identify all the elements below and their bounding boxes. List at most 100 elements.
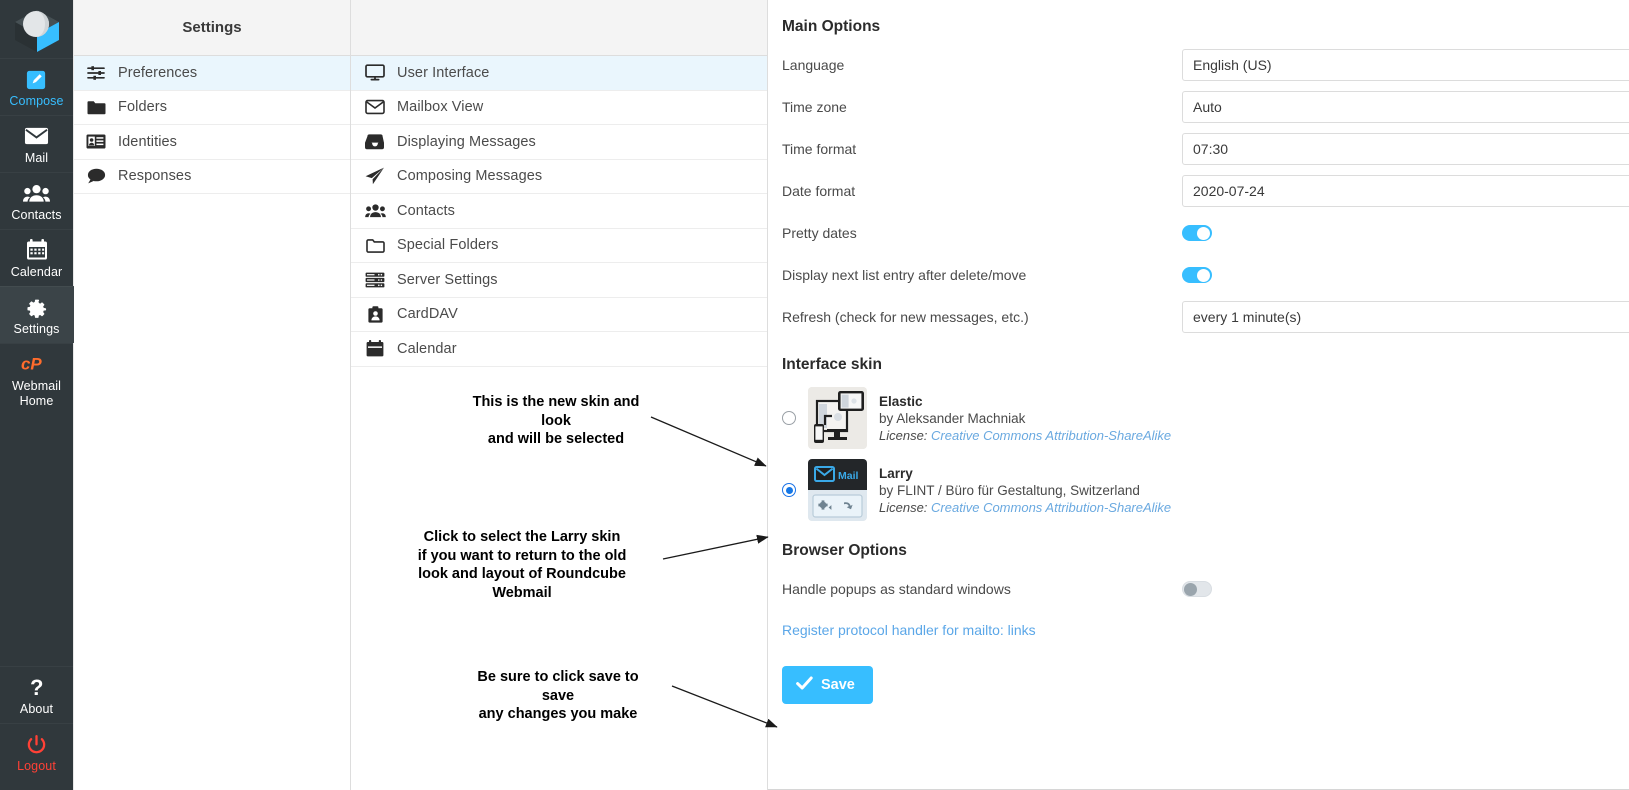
interface-skin-section: Interface skin Elastic by Aleksander Mac… xyxy=(768,356,1629,526)
taskbar-label-calendar: Calendar xyxy=(10,265,63,279)
pref-item-displaying-messages[interactable]: Displaying Messages xyxy=(351,125,767,160)
refresh-select[interactable]: every 1 minute(s) xyxy=(1182,301,1629,333)
toggle-knob xyxy=(1197,226,1210,240)
sidebar-item-folders[interactable]: Folders xyxy=(74,90,350,125)
main-content: Main Options Language English (US) Time … xyxy=(768,0,1629,790)
taskbar-item-contacts[interactable]: Contacts xyxy=(0,172,74,229)
settings-column: Settings Preferences Folders Identities … xyxy=(74,0,351,790)
form-row-handle-popups: Handle popups as standard windows xyxy=(768,568,1629,610)
protocol-handler-row: Register protocol handler for mailto: li… xyxy=(768,622,1629,640)
skin-radio-elastic[interactable] xyxy=(782,411,796,425)
taskbar-item-compose[interactable]: Compose xyxy=(0,58,74,115)
label-pretty-dates: Pretty dates xyxy=(782,225,857,241)
question-mark-icon: ? xyxy=(28,675,46,699)
pref-item-user-interface[interactable]: User Interface xyxy=(351,56,767,91)
speech-bubble-icon xyxy=(85,166,107,186)
pref-label-special-folders: Special Folders xyxy=(397,237,499,254)
pref-label-calendar: Calendar xyxy=(397,340,457,357)
skin-author-elastic: by Aleksander Machniak xyxy=(879,410,1026,426)
people-icon xyxy=(364,201,386,221)
sidebar-label-preferences: Preferences xyxy=(118,64,198,81)
taskbar-label-contacts: Contacts xyxy=(11,208,62,222)
pref-label-user-interface: User Interface xyxy=(397,64,490,81)
pref-label-displaying-messages: Displaying Messages xyxy=(397,133,536,150)
sidebar-item-responses[interactable]: Responses xyxy=(74,159,350,194)
skin-radio-larry[interactable] xyxy=(782,483,796,497)
gear-icon xyxy=(26,295,48,319)
pref-label-carddav: CardDAV xyxy=(397,306,458,323)
skin-option-larry[interactable]: Mail Larry by FLINT / Büro für Gestaltun… xyxy=(768,454,1629,526)
skin-license-link-elastic[interactable]: Creative Commons Attribution-ShareAlike xyxy=(931,428,1171,443)
pref-item-server-settings[interactable]: Server Settings xyxy=(351,263,767,298)
taskbar-label-logout: Logout xyxy=(17,759,56,773)
sidebar-label-folders: Folders xyxy=(118,99,168,116)
folder-outline-icon xyxy=(364,235,386,255)
sidebar-item-preferences[interactable]: Preferences xyxy=(74,56,350,91)
folder-icon xyxy=(85,97,107,117)
label-display-next-entry: Display next list entry after delete/mov… xyxy=(782,267,1027,283)
form-row-pretty-dates: Pretty dates xyxy=(768,212,1629,254)
settings-form: Main Options Language English (US) Time … xyxy=(768,0,1629,790)
annotation-text-elastic: This is the new skin and look and will b… xyxy=(472,394,640,447)
sidebar-item-identities[interactable]: Identities xyxy=(74,125,350,160)
display-next-entry-toggle[interactable] xyxy=(1182,267,1212,283)
svg-text:Mail: Mail xyxy=(838,470,859,482)
time-zone-select[interactable]: Auto xyxy=(1182,91,1629,123)
form-row-time-format: Time format 07:30 xyxy=(768,128,1629,170)
toggle-knob xyxy=(1184,582,1197,596)
save-button-label: Save xyxy=(821,677,855,693)
save-button-row: Save xyxy=(768,666,1629,704)
sliders-icon xyxy=(85,63,107,83)
svg-text:cP: cP xyxy=(21,355,42,374)
time-format-select[interactable]: 07:30 xyxy=(1182,133,1629,165)
taskbar-item-about[interactable]: ? About xyxy=(0,666,74,723)
register-protocol-handler-link[interactable]: Register protocol handler for mailto: li… xyxy=(782,622,1036,638)
taskbar-item-mail[interactable]: Mail xyxy=(0,115,74,172)
pref-item-carddav[interactable]: CardDAV xyxy=(351,297,767,332)
taskbar-item-webmail-home[interactable]: cP Webmail Home xyxy=(0,343,74,416)
taskbar-label-webmail-home: Webmail Home xyxy=(11,379,62,408)
pref-item-composing-messages[interactable]: Composing Messages xyxy=(351,159,767,194)
date-format-select[interactable]: 2020-07-24 xyxy=(1182,175,1629,207)
skin-license-label-larry: License: xyxy=(879,499,928,515)
section-title-main-options: Main Options xyxy=(782,18,881,35)
pref-label-mailbox-view: Mailbox View xyxy=(397,99,484,116)
toggle-knob xyxy=(1197,268,1210,282)
monitor-icon xyxy=(364,63,386,83)
section-title-interface-skin: Interface skin xyxy=(782,356,882,373)
language-select[interactable]: English (US) xyxy=(1182,49,1629,81)
power-icon xyxy=(26,732,47,756)
preferences-column-header xyxy=(351,0,767,56)
elastic-skin-thumbnail xyxy=(808,387,867,449)
taskbar-item-logout[interactable]: Logout xyxy=(0,723,74,780)
browser-options-section: Browser Options Handle popups as standar… xyxy=(768,542,1629,704)
envelope-icon xyxy=(364,97,386,117)
cpanel-icon: cP xyxy=(21,352,53,376)
taskbar-item-settings[interactable]: Settings xyxy=(0,286,74,343)
pref-item-special-folders[interactable]: Special Folders xyxy=(351,228,767,263)
skin-license-larry: License: Creative Commons Attribution-Sh… xyxy=(879,500,1171,515)
label-handle-popups: Handle popups as standard windows xyxy=(782,581,1011,597)
pref-item-mailbox-view[interactable]: Mailbox View xyxy=(351,90,767,125)
id-card-icon xyxy=(85,132,107,152)
form-row-time-zone: Time zone Auto xyxy=(768,86,1629,128)
page-title: Settings xyxy=(182,19,242,36)
handle-popups-toggle[interactable] xyxy=(1182,581,1212,597)
label-refresh: Refresh (check for new messages, etc.) xyxy=(782,309,1029,325)
taskbar-item-calendar[interactable]: Calendar xyxy=(0,229,74,286)
sidebar-label-responses: Responses xyxy=(118,168,192,185)
form-row-date-format: Date format 2020-07-24 xyxy=(768,170,1629,212)
sidebar-label-identities: Identities xyxy=(118,133,178,150)
save-button[interactable]: Save xyxy=(782,666,873,704)
paper-plane-icon xyxy=(364,166,386,186)
settings-column-header: Settings xyxy=(74,0,350,56)
roundcube-settings-page: Compose Mail Contacts Calendar Settings … xyxy=(0,0,1629,790)
pref-item-contacts[interactable]: Contacts xyxy=(351,194,767,229)
skin-option-elastic[interactable]: Elastic by Aleksander Machniak License: … xyxy=(768,382,1629,454)
form-row-display-next-entry: Display next list entry after delete/mov… xyxy=(768,254,1629,296)
skin-license-link-larry[interactable]: Creative Commons Attribution-ShareAlike xyxy=(931,500,1171,515)
pref-item-calendar[interactable]: Calendar xyxy=(351,332,767,367)
calendar-icon xyxy=(26,238,48,262)
pref-label-server-settings: Server Settings xyxy=(397,271,498,288)
pretty-dates-toggle[interactable] xyxy=(1182,225,1212,241)
